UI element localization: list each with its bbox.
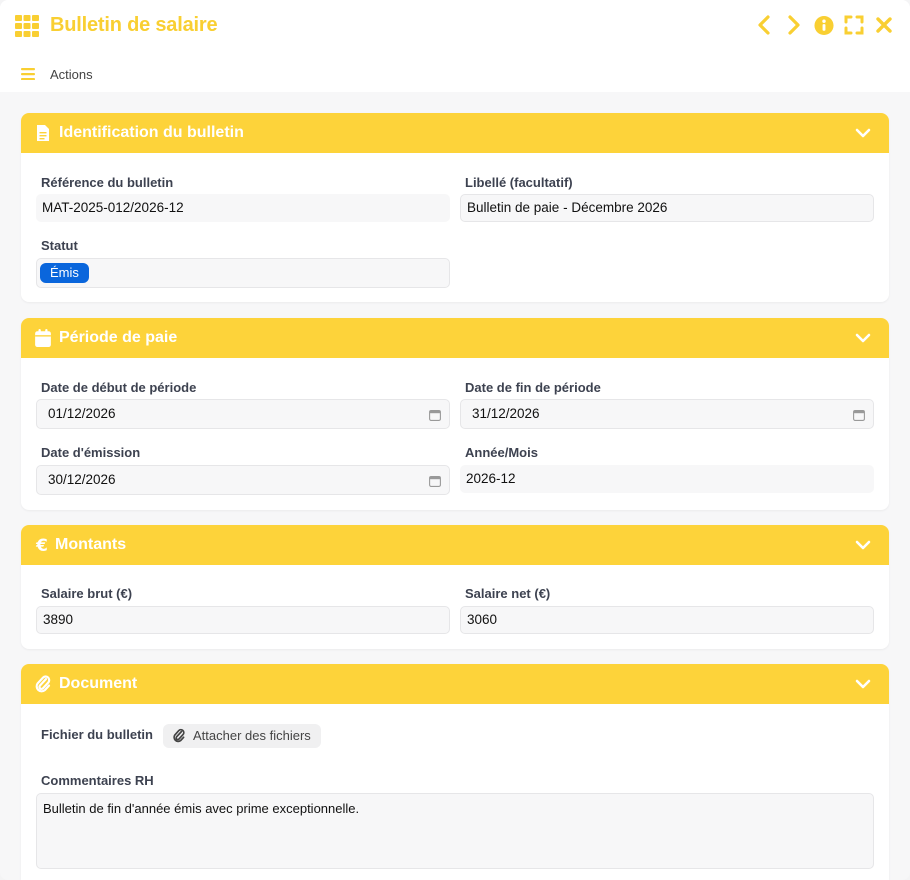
annee-mois-field[interactable]: 2026-12: [460, 465, 874, 493]
section-identification: Identification du bulletin Référence du …: [21, 113, 889, 302]
commentaires-textarea[interactable]: Bulletin de fin d'année émis avec prime …: [36, 793, 874, 869]
chevron-down-icon[interactable]: [855, 677, 871, 691]
close-icon[interactable]: [874, 14, 894, 36]
toolbar: Actions: [0, 52, 910, 92]
libelle-input[interactable]: Bulletin de paie - Décembre 2026: [460, 194, 874, 222]
menu-icon[interactable]: [21, 68, 35, 80]
svg-text:€: €: [35, 536, 48, 554]
emission-value: 30/12/2026: [48, 472, 116, 487]
chevron-right-icon[interactable]: [784, 14, 804, 36]
statut-label: Statut: [41, 238, 78, 253]
statut-field[interactable]: Émis: [36, 258, 450, 288]
chevron-down-icon[interactable]: [855, 126, 871, 140]
libelle-label: Libellé (facultatif): [465, 175, 573, 190]
paperclip-icon: [35, 675, 51, 693]
section-document: Document Fichier du bulletin Attacher de…: [21, 664, 889, 880]
reference-field[interactable]: MAT-2025-012/2026-12: [36, 194, 450, 222]
window-controls: [754, 14, 894, 36]
net-input[interactable]: 3060: [460, 606, 874, 634]
debut-value: 01/12/2026: [48, 406, 116, 421]
section-title: Montants: [55, 536, 127, 553]
brut-input[interactable]: 3890: [36, 606, 450, 634]
window-title: Bulletin de salaire: [50, 14, 218, 36]
calendar-icon[interactable]: [429, 409, 441, 421]
emission-date-input[interactable]: 30/12/2026: [36, 465, 450, 495]
status-badge: Émis: [40, 263, 89, 283]
attach-files-label: Attacher des fichiers: [193, 728, 311, 743]
annee-mois-label: Année/Mois: [465, 445, 538, 460]
fichier-label: Fichier du bulletin: [41, 727, 153, 742]
fin-date-input[interactable]: 31/12/2026: [460, 399, 874, 429]
chevron-down-icon[interactable]: [855, 538, 871, 552]
grid-apps-icon[interactable]: [15, 15, 39, 37]
section-periode: Période de paie Date de début de période…: [21, 318, 889, 510]
actions-menu[interactable]: Actions: [50, 67, 93, 82]
section-title: Période de paie: [59, 329, 178, 346]
emission-label: Date d'émission: [41, 445, 141, 460]
title-bar: Bulletin de salaire: [0, 0, 910, 52]
commentaires-label: Commentaires RH: [41, 773, 154, 788]
fin-value: 31/12/2026: [472, 406, 540, 421]
calendar-icon[interactable]: [429, 475, 441, 487]
debut-label: Date de début de période: [41, 380, 197, 395]
info-icon[interactable]: [814, 14, 834, 36]
section-header-identification[interactable]: Identification du bulletin: [21, 113, 889, 153]
section-header-montants[interactable]: € Montants: [21, 525, 889, 565]
section-title: Document: [59, 675, 138, 692]
euro-icon: €: [35, 536, 48, 554]
debut-date-input[interactable]: 01/12/2026: [36, 399, 450, 429]
section-header-document[interactable]: Document: [21, 664, 889, 704]
fin-label: Date de fin de période: [465, 380, 601, 395]
calendar-icon[interactable]: [853, 409, 865, 421]
chevron-down-icon[interactable]: [855, 331, 871, 345]
section-title: Identification du bulletin: [59, 124, 244, 141]
reference-label: Référence du bulletin: [41, 175, 174, 190]
calendar-icon: [35, 329, 51, 347]
section-montants: € Montants Salaire brut (€) 3890 Salaire…: [21, 525, 889, 649]
form-window: Bulletin de salaire Actions Identificati…: [0, 0, 910, 880]
net-label: Salaire net (€): [465, 586, 551, 601]
attach-files-button[interactable]: Attacher des fichiers: [163, 724, 321, 748]
section-header-periode[interactable]: Période de paie: [21, 318, 889, 358]
chevron-left-icon[interactable]: [754, 14, 774, 36]
document-icon: [37, 125, 49, 141]
paperclip-icon: [173, 728, 185, 743]
fullscreen-icon[interactable]: [844, 14, 864, 36]
brut-label: Salaire brut (€): [41, 586, 133, 601]
